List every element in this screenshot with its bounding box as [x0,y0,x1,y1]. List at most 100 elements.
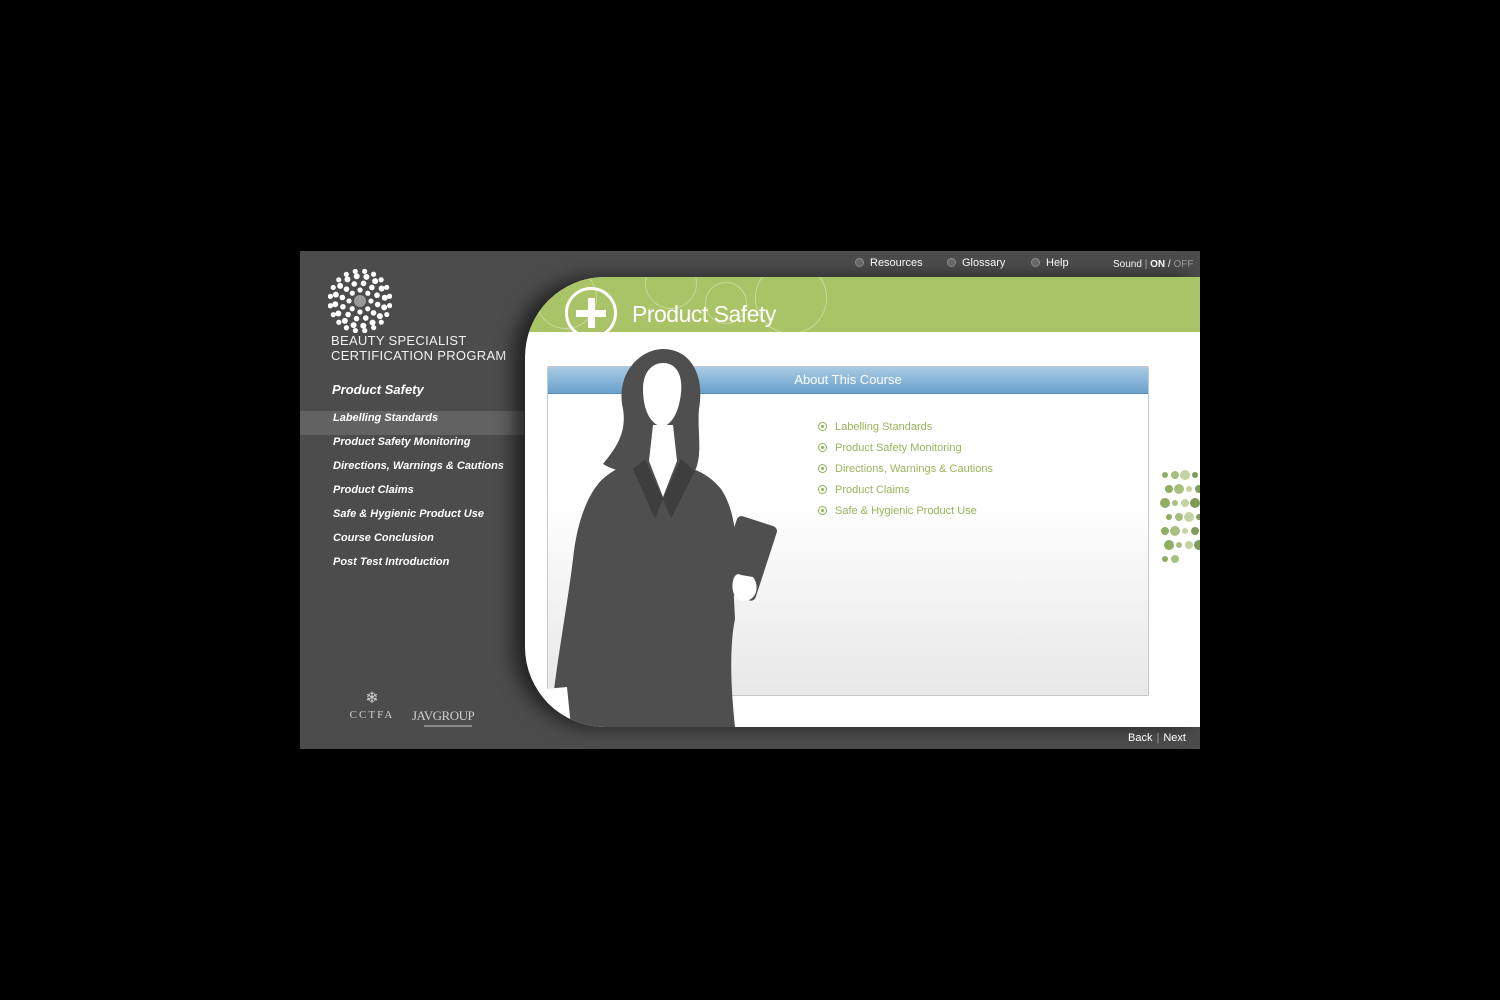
content-panel: Product Safety About This Course Labelli… [525,277,1200,727]
next-button[interactable]: Next [1163,732,1186,744]
logo-dot [353,315,360,322]
decorative-dot [1176,542,1182,548]
bullet-icon [818,485,827,494]
bullet-icon [818,464,827,473]
decorative-dot [1166,514,1172,520]
sidebar-item-labelling-standards[interactable]: Labelling Standards [300,411,524,435]
logo-dot [365,290,371,296]
logo-dot [360,280,367,287]
topic-label: Labelling Standards [835,421,933,433]
help-label: Help [1046,257,1069,269]
resources-label: Resources [870,257,923,269]
topic-list: Labelling Standards Product Safety Monit… [818,421,993,526]
back-button[interactable]: Back [1128,732,1152,744]
sound-divider: | [1144,259,1148,270]
sound-slash: / [1167,259,1171,270]
sidebar-item-safe-hygienic-product-use[interactable]: Safe & Hygienic Product Use [300,507,524,531]
decorative-dot [1171,555,1179,563]
sidebar-item-product-safety-monitoring[interactable]: Product Safety Monitoring [300,435,524,459]
program-logo-icon [328,269,392,333]
help-link[interactable]: Help [1031,257,1069,269]
logo-dot [336,319,342,325]
logo-dot [349,290,355,296]
logo-dot [369,284,375,291]
topic-item[interactable]: Directions, Warnings & Cautions [818,463,993,484]
sidebar-item-post-test-introduction[interactable]: Post Test Introduction [300,555,524,579]
brand-line-2: CERTIFICATION PROGRAM [331,348,507,363]
topic-label: Product Safety Monitoring [835,442,962,454]
topic-item[interactable]: Product Claims [818,484,993,505]
logo-dot [339,294,346,301]
logo-dot [346,298,352,304]
logo-dot [332,291,339,298]
topic-item[interactable]: Safe & Hygienic Product Use [818,505,993,526]
glossary-link[interactable]: Glossary [947,257,1005,269]
decorative-dot [1185,541,1193,549]
javgroup-logo: JAVGROUP [412,708,475,723]
sound-off-button[interactable]: OFF [1173,259,1193,270]
decorative-dot [1175,513,1183,521]
brand-line-1: BEAUTY SPECIALIST [331,333,467,348]
radio-dot-icon [1031,257,1040,267]
logo-dot [349,306,355,312]
logo-dot [370,271,377,277]
logo-dot [330,312,336,318]
decorative-dot [1192,472,1198,478]
javgroup-tagline-mark [424,725,472,727]
logo-dot [357,309,363,315]
presenter-silhouette-image [545,349,777,727]
logo-dot [351,281,358,287]
sound-label: Sound [1113,259,1142,270]
sound-on-button[interactable]: ON [1150,259,1165,270]
logo-dot [378,277,384,283]
sidebar-item-directions-warnings-cautions[interactable]: Directions, Warnings & Cautions [300,459,524,483]
logo-dot [344,276,351,283]
topic-item[interactable]: Labelling Standards [818,421,993,442]
logo-dot [369,319,376,326]
logo-dot [374,301,381,308]
sidebar-title: Product Safety [332,382,424,397]
page-title: Product Safety [632,301,776,327]
decorative-dot [1181,499,1189,507]
logo-dot [370,310,377,316]
logo-dot [352,269,358,274]
decorative-dot [1160,498,1170,508]
cctfa-logo-text: CCTFA [349,709,395,721]
logo-dot [374,292,380,299]
footer-nav: Back | Next [1128,732,1186,744]
decorative-dot [1195,485,1200,493]
topic-label: Safe & Hygienic Product Use [835,505,977,517]
logo-dot [378,285,385,292]
sidebar-nav: Labelling Standards Product Safety Monit… [300,411,524,579]
decorative-dots-icon [1160,470,1200,563]
sidebar-item-course-conclusion[interactable]: Course Conclusion [300,531,524,555]
logo-dot [384,311,390,318]
logo-dot [336,277,342,283]
logo-dot [332,301,339,308]
topic-item[interactable]: Product Safety Monitoring [818,442,993,463]
decorative-dot [1196,514,1200,520]
logo-dot [357,287,363,293]
topic-label: Directions, Warnings & Cautions [835,463,993,475]
resources-link[interactable]: Resources [855,257,923,269]
logo-dot [381,294,388,301]
decorative-dot [1171,471,1179,479]
logo-dot [330,284,336,291]
maple-leaf-icon: ❄ [365,690,379,707]
logo-dot [363,273,370,280]
decorative-dot [1170,526,1180,536]
decorative-dot [1161,527,1169,535]
logo-dot [362,269,368,274]
logo-dot [376,313,383,320]
decorative-dot [1164,540,1174,550]
sidebar-item-product-claims[interactable]: Product Claims [300,483,524,507]
plus-circle-icon [565,287,617,332]
logo-dot [365,306,371,312]
logo-dot [343,286,350,292]
logo-dot [381,304,388,311]
logo-dot [340,303,346,310]
logo-dot [337,282,344,289]
decorative-dot [1162,472,1168,478]
decorative-dot [1162,556,1168,562]
logo-dot [387,303,392,309]
